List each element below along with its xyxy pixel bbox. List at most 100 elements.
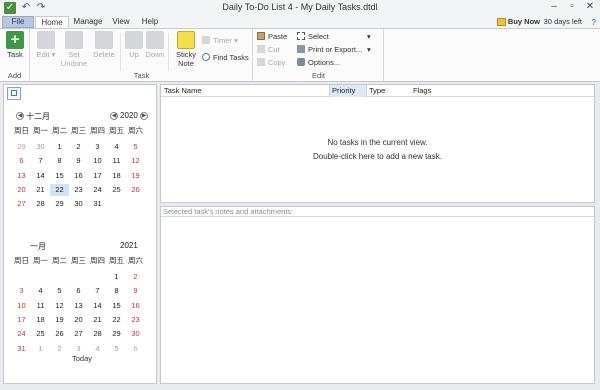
calendar-day[interactable]: 31 <box>88 198 107 210</box>
timer-button[interactable]: Timer ▾ <box>202 35 238 46</box>
calendar-day[interactable]: 12 <box>126 155 145 167</box>
calendar-day[interactable]: 25 <box>31 328 50 340</box>
prev-year-icon[interactable]: ◀ <box>110 112 118 120</box>
calendar-day[interactable]: 24 <box>12 328 31 340</box>
calendar-day[interactable]: 19 <box>126 170 145 182</box>
tab-manage[interactable]: Manage <box>72 16 104 28</box>
calendar-day[interactable]: 4 <box>107 141 126 153</box>
paste-button[interactable]: Paste <box>257 31 287 42</box>
calendar-day[interactable]: 13 <box>69 300 88 312</box>
calendar-day[interactable]: 30 <box>31 141 50 153</box>
calendar-day[interactable]: 25 <box>107 184 126 196</box>
calendar-day[interactable]: 10 <box>88 155 107 167</box>
calendar-day[interactable]: 3 <box>69 343 88 355</box>
calendar-day[interactable]: 6 <box>69 285 88 297</box>
calendar-day[interactable]: 30 <box>126 328 145 340</box>
column-priority[interactable]: Priority <box>329 85 367 97</box>
new-task-small-button[interactable] <box>7 87 21 100</box>
calendar-day[interactable]: 6 <box>12 155 31 167</box>
today-button[interactable]: Today <box>72 354 92 363</box>
calendar-day[interactable]: 6 <box>126 343 145 355</box>
calendar-day[interactable]: 28 <box>88 328 107 340</box>
calendar-day[interactable]: 3 <box>12 285 31 297</box>
move-down-button[interactable]: Down <box>143 31 167 59</box>
calendar-day[interactable]: 21 <box>31 184 50 196</box>
calendar-day[interactable]: 11 <box>31 300 50 312</box>
calendar-day[interactable]: 23 <box>126 314 145 326</box>
empty-hint[interactable]: Double-click here to add a new task. <box>160 152 595 161</box>
column-type[interactable]: Type <box>369 85 385 97</box>
calendar-day[interactable]: 24 <box>88 184 107 196</box>
calendar-day[interactable]: 1 <box>50 141 69 153</box>
calendar-day[interactable]: 22 <box>50 183 69 196</box>
calendar-day[interactable]: 28 <box>31 198 50 210</box>
calendar-day[interactable]: 23 <box>69 184 88 196</box>
calendar-day[interactable]: 2 <box>126 271 145 283</box>
options-button[interactable]: Options... <box>297 57 340 68</box>
calendar-day[interactable]: 26 <box>126 184 145 196</box>
calendar-day[interactable]: 20 <box>69 314 88 326</box>
calendar-day[interactable]: 5 <box>126 141 145 153</box>
calendar-day[interactable]: 17 <box>88 170 107 182</box>
copy-button[interactable]: Copy <box>257 57 286 68</box>
print-export-button[interactable]: Print or Export... ▾ <box>297 44 371 55</box>
calendar-day[interactable]: 26 <box>50 328 69 340</box>
calendar-day[interactable]: 29 <box>12 141 31 153</box>
delete-button[interactable]: Delete <box>90 31 118 59</box>
minimize-button[interactable]: – <box>545 0 563 14</box>
column-task-name[interactable]: Task Name <box>164 85 202 97</box>
calendar-day[interactable]: 16 <box>69 170 88 182</box>
calendar-day[interactable]: 9 <box>69 155 88 167</box>
calendar-day[interactable]: 31 <box>12 343 31 355</box>
add-task-button[interactable]: + Task <box>3 31 27 59</box>
buy-now-link[interactable]: Buy Now <box>508 17 540 26</box>
calendar-day[interactable]: 2 <box>69 141 88 153</box>
close-button[interactable]: ✕ <box>581 0 599 14</box>
calendar-day[interactable]: 22 <box>107 314 126 326</box>
calendar-day[interactable]: 14 <box>88 300 107 312</box>
help-icon[interactable]: ? <box>592 18 596 27</box>
calendar-day[interactable]: 17 <box>12 314 31 326</box>
calendar-day[interactable]: 2 <box>50 343 69 355</box>
calendar-day[interactable]: 15 <box>107 300 126 312</box>
calendar-day[interactable]: 5 <box>50 285 69 297</box>
sticky-note-button[interactable]: Sticky Note <box>172 31 200 68</box>
calendar-day[interactable]: 11 <box>107 155 126 167</box>
notes-panel[interactable] <box>160 206 595 384</box>
calendar-day[interactable]: 1 <box>31 343 50 355</box>
calendar-day[interactable]: 13 <box>12 170 31 182</box>
calendar-day[interactable]: 29 <box>107 328 126 340</box>
calendar-day[interactable]: 18 <box>31 314 50 326</box>
calendar-day[interactable]: 4 <box>31 285 50 297</box>
calendar-day[interactable]: 5 <box>107 343 126 355</box>
find-tasks-button[interactable]: Find Tasks <box>202 52 249 63</box>
cut-button[interactable]: Cut <box>257 44 280 55</box>
calendar-day[interactable]: 1 <box>107 271 126 283</box>
select-button[interactable]: Select ▾ <box>297 31 371 42</box>
calendar-day[interactable]: 29 <box>50 198 69 210</box>
tab-view[interactable]: View <box>108 16 134 28</box>
calendar-day[interactable]: 9 <box>126 285 145 297</box>
calendar-day[interactable]: 10 <box>12 300 31 312</box>
tab-file[interactable]: File <box>2 16 34 28</box>
column-flags[interactable]: Flags <box>413 85 431 97</box>
calendar-day[interactable]: 12 <box>50 300 69 312</box>
calendar-day[interactable]: 27 <box>12 198 31 210</box>
set-undone-button[interactable]: Set Undone <box>60 31 88 68</box>
calendar-day[interactable]: 21 <box>88 314 107 326</box>
prev-month-icon[interactable]: ◀ <box>16 112 24 120</box>
calendar-day[interactable]: 16 <box>126 300 145 312</box>
tab-help[interactable]: Help <box>138 16 162 28</box>
calendar-day[interactable]: 20 <box>12 184 31 196</box>
calendar-day[interactable]: 18 <box>107 170 126 182</box>
maximize-button[interactable]: ▫ <box>563 0 581 14</box>
calendar-day[interactable]: 27 <box>69 328 88 340</box>
calendar-day[interactable]: 15 <box>50 170 69 182</box>
calendar-day[interactable]: 30 <box>69 198 88 210</box>
calendar-day[interactable]: 8 <box>107 285 126 297</box>
calendar-day[interactable]: 8 <box>50 155 69 167</box>
next-month-icon[interactable]: ▶ <box>140 112 148 120</box>
calendar-day[interactable]: 7 <box>31 155 50 167</box>
calendar-day[interactable]: 7 <box>88 285 107 297</box>
edit-button[interactable]: Edit ▾ <box>34 31 58 59</box>
